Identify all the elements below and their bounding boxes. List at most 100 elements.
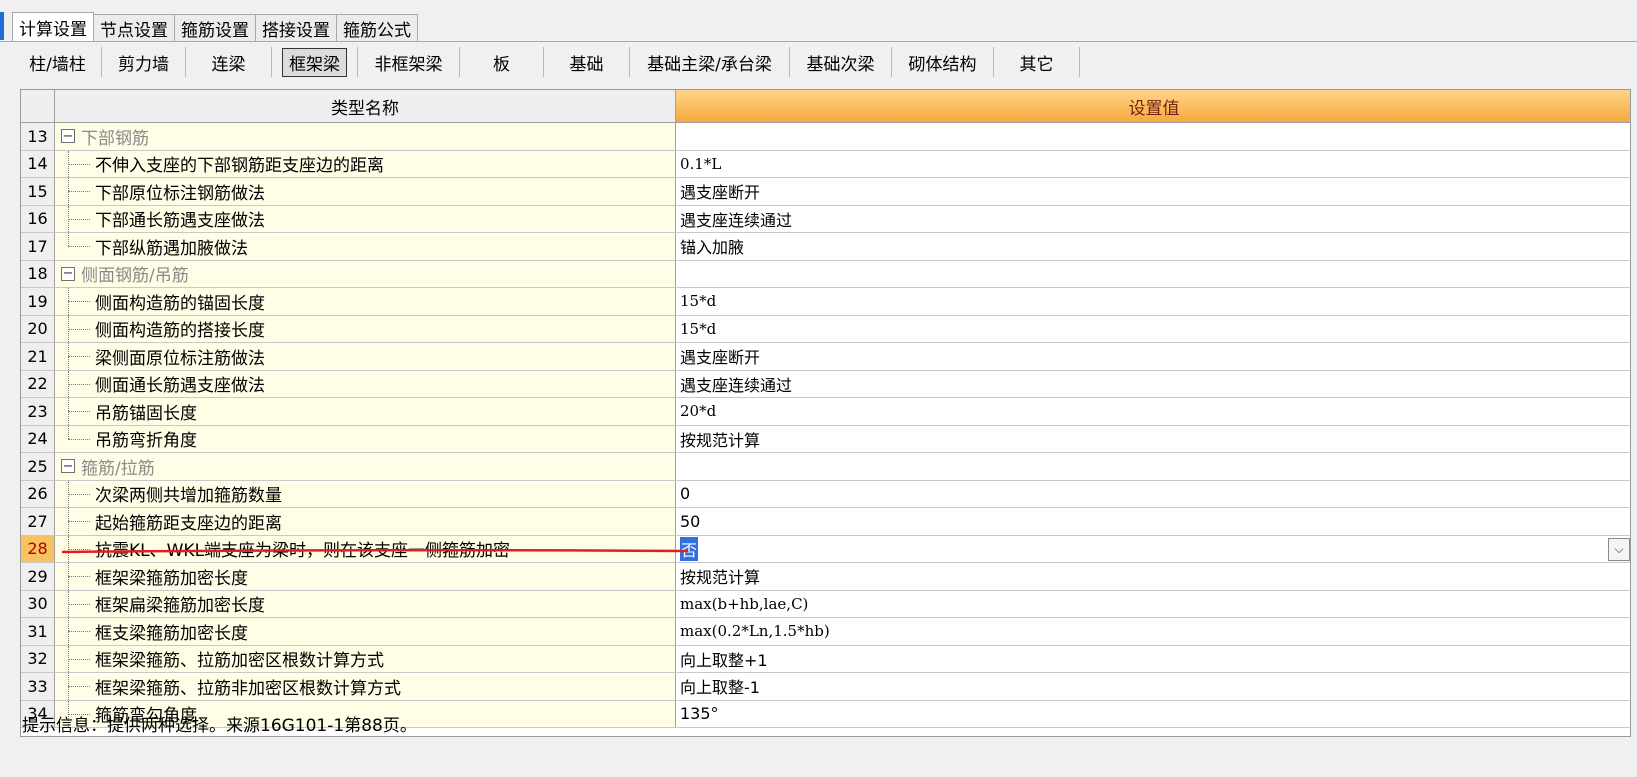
subtab-foundation-secondary-beam[interactable]: 基础次梁 <box>790 47 892 77</box>
row-name-cell[interactable]: 吊筋弯折角度 <box>55 425 676 452</box>
row-value-cell[interactable]: 遇支座连续通过 <box>676 205 1630 232</box>
row-value-cell[interactable]: 向上取整+1 <box>676 645 1630 672</box>
row-value-cell[interactable]: 20*d <box>676 398 1630 425</box>
row-value-cell[interactable] <box>676 453 1630 480</box>
value-text: 20*d <box>680 402 717 421</box>
grid-row[interactable]: 17 下部纵筋遇加腋做法 锚入加腋 <box>21 233 1630 261</box>
row-name-cell[interactable]: 框架梁箍筋、拉筋非加密区根数计算方式 <box>55 673 676 700</box>
row-name-cell[interactable]: 侧面构造筋的锚固长度 <box>55 288 676 315</box>
subtab-masonry[interactable]: 砌体结构 <box>892 47 994 77</box>
grid-row[interactable]: 23 吊筋锚固长度 20*d <box>21 398 1630 426</box>
tree-line <box>68 233 69 247</box>
row-value-cell[interactable] <box>676 260 1630 287</box>
row-value-cell[interactable]: 锚入加腋 <box>676 233 1630 260</box>
grid-row[interactable]: 14 不伸入支座的下部钢筋距支座边的距离 0.1*L <box>21 150 1630 178</box>
grid-row[interactable]: 27 起始箍筋距支座边的距离 50 <box>21 508 1630 536</box>
tab-node-settings[interactable]: 节点设置 <box>93 14 175 42</box>
row-name-cell[interactable]: 梁侧面原位标注筋做法 <box>55 343 676 370</box>
row-value-cell[interactable] <box>676 123 1630 150</box>
row-name-cell[interactable]: 吊筋锚固长度 <box>55 398 676 425</box>
subtab-shear-wall[interactable]: 剪力墙 <box>102 47 186 77</box>
tab-stirrup-formula[interactable]: 箍筋公式 <box>336 14 418 42</box>
row-name-cell[interactable]: 侧面构造筋的搭接长度 <box>55 315 676 342</box>
grid-row[interactable]: 32 框架梁箍筋、拉筋加密区根数计算方式 向上取整+1 <box>21 645 1630 673</box>
grid-group-row[interactable]: 13− 下部钢筋 <box>21 123 1630 151</box>
subtab-other[interactable]: 其它 <box>994 47 1080 77</box>
row-value-cell[interactable]: 向上取整-1 <box>676 673 1630 700</box>
item-label: 侧面通长筋遇支座做法 <box>95 376 265 397</box>
row-name-cell[interactable]: 次梁两侧共增加箍筋数量 <box>55 480 676 507</box>
row-value-cell[interactable]: 按规范计算 <box>676 563 1630 590</box>
row-name-cell[interactable]: 下部原位标注钢筋做法 <box>55 178 676 205</box>
grid-group-row[interactable]: 25− 箍筋/拉筋 <box>21 453 1630 481</box>
minus-box-icon[interactable]: − <box>61 459 75 473</box>
tree-branch <box>68 438 90 440</box>
row-value-cell[interactable]: 15*d <box>676 288 1630 315</box>
tree-branch <box>68 493 90 495</box>
tab-calc-settings[interactable]: 计算设置 <box>12 12 94 42</box>
subtab-coupling-beam[interactable]: 连梁 <box>186 47 272 77</box>
grid-row[interactable]: 30 框架扁梁箍筋加密长度 max(b+hb,lae,C) <box>21 590 1630 618</box>
row-value-cell[interactable]: max(0.2*Ln,1.5*hb) <box>676 618 1630 645</box>
row-value-cell[interactable]: 50 <box>676 508 1630 535</box>
grid-header-name[interactable]: 类型名称 <box>55 90 676 123</box>
grid-row[interactable]: 15 下部原位标注钢筋做法 遇支座断开 <box>21 178 1630 206</box>
row-name-cell[interactable]: 框支梁箍筋加密长度 <box>55 618 676 645</box>
grid-header-value[interactable]: 设置值 <box>676 90 1630 123</box>
grid-row[interactable]: 26 次梁两侧共增加箍筋数量 0 <box>21 480 1630 508</box>
minus-box-icon[interactable]: − <box>61 129 75 143</box>
grid-row[interactable]: 19 侧面构造筋的锚固长度 15*d <box>21 288 1630 316</box>
item-label: 框支梁箍筋加密长度 <box>95 623 248 644</box>
row-name-cell[interactable]: 框架梁箍筋、拉筋加密区根数计算方式 <box>55 645 676 672</box>
grid-row[interactable]: 24 吊筋弯折角度 按规范计算 <box>21 425 1630 453</box>
grid-row[interactable]: 16 下部通长筋遇支座做法 遇支座连续通过 <box>21 205 1630 233</box>
grid-row[interactable]: 21 梁侧面原位标注筋做法 遇支座断开 <box>21 343 1630 371</box>
subtab-foundation[interactable]: 基础 <box>544 47 630 77</box>
subtab-frame-beam[interactable]: 框架梁 <box>272 47 358 77</box>
row-number: 33 <box>21 673 55 700</box>
row-value-cell[interactable]: 按规范计算 <box>676 425 1630 452</box>
row-value-cell[interactable]: 遇支座连续通过 <box>676 370 1630 397</box>
row-name-cell[interactable]: − 侧面钢筋/吊筋 <box>55 260 676 287</box>
chevron-down-icon[interactable]: ⌵ <box>1608 537 1630 561</box>
row-number: 13 <box>21 123 55 150</box>
grid-row[interactable]: 22 侧面通长筋遇支座做法 遇支座连续通过 <box>21 370 1630 398</box>
subtab-slab[interactable]: 板 <box>460 47 544 77</box>
value-text: 遇支座断开 <box>680 183 761 203</box>
row-name-cell[interactable]: 下部纵筋遇加腋做法 <box>55 233 676 260</box>
row-name-cell[interactable]: 侧面通长筋遇支座做法 <box>55 370 676 397</box>
value-text: 遇支座断开 <box>680 348 761 368</box>
row-name-cell[interactable]: − 下部钢筋 <box>55 123 676 150</box>
row-value-cell[interactable]: 否 ⌵ <box>676 535 1630 562</box>
group-label: 侧面钢筋/吊筋 <box>81 266 189 287</box>
row-value-cell[interactable]: 0.1*L <box>676 150 1630 177</box>
row-name-cell[interactable]: 框架扁梁箍筋加密长度 <box>55 590 676 617</box>
subtab-column[interactable]: 柱/墙柱 <box>14 47 102 77</box>
subtab-non-frame-beam[interactable]: 非框架梁 <box>358 47 460 77</box>
row-value-cell[interactable]: max(b+hb,lae,C) <box>676 590 1630 617</box>
row-name-cell[interactable]: − 箍筋/拉筋 <box>55 453 676 480</box>
row-name-cell[interactable]: 下部通长筋遇支座做法 <box>55 205 676 232</box>
subtab-foundation-main-beam[interactable]: 基础主梁/承台梁 <box>630 47 790 77</box>
row-value-cell[interactable]: 135° <box>676 700 1630 727</box>
tree-line <box>68 425 69 439</box>
row-value-cell[interactable]: 15*d <box>676 315 1630 342</box>
row-value-cell[interactable]: 0 <box>676 480 1630 507</box>
grid-row[interactable]: 20 侧面构造筋的搭接长度 15*d <box>21 315 1630 343</box>
item-label: 次梁两侧共增加箍筋数量 <box>95 486 282 507</box>
grid-row[interactable]: 31 框支梁箍筋加密长度 max(0.2*Ln,1.5*hb) <box>21 618 1630 646</box>
row-name-cell[interactable]: 起始箍筋距支座边的距离 <box>55 508 676 535</box>
item-label: 吊筋弯折角度 <box>95 431 197 452</box>
row-name-cell[interactable]: 不伸入支座的下部钢筋距支座边的距离 <box>55 150 676 177</box>
row-name-cell[interactable]: 框架梁箍筋加密长度 <box>55 563 676 590</box>
grid-row[interactable]: 29 框架梁箍筋加密长度 按规范计算 <box>21 563 1630 591</box>
tab-lap-settings[interactable]: 搭接设置 <box>255 14 337 42</box>
row-value-cell[interactable]: 遇支座断开 <box>676 343 1630 370</box>
row-value-cell[interactable]: 遇支座断开 <box>676 178 1630 205</box>
grid-group-row[interactable]: 18− 侧面钢筋/吊筋 <box>21 260 1630 288</box>
group-label: 箍筋/拉筋 <box>81 458 155 479</box>
grid-row[interactable]: 33 框架梁箍筋、拉筋非加密区根数计算方式 向上取整-1 <box>21 673 1630 701</box>
tab-stirrup-settings[interactable]: 箍筋设置 <box>174 14 256 42</box>
item-label: 侧面构造筋的搭接长度 <box>95 321 265 342</box>
minus-box-icon[interactable]: − <box>61 266 75 281</box>
